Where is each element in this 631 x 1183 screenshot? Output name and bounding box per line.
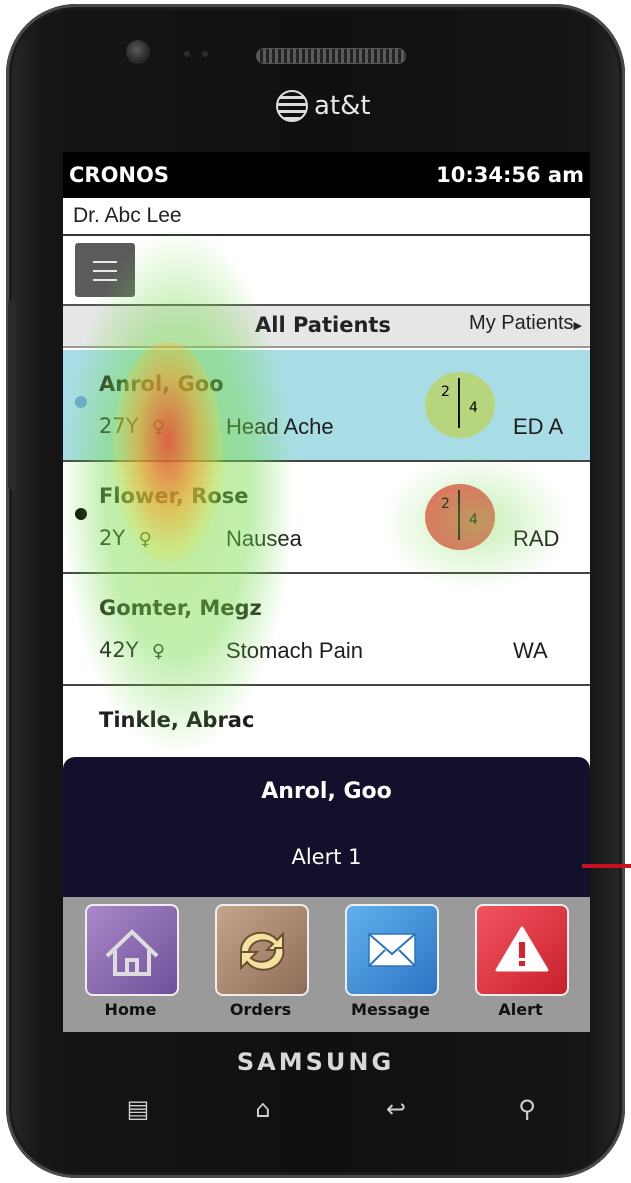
- proximity-sensor: [184, 51, 190, 57]
- carrier-logo: at&t: [276, 90, 371, 122]
- patient-age-sex: 2Y ♀: [99, 526, 152, 550]
- alert-icon: [475, 904, 569, 996]
- patient-complaint: Stomach Pain: [226, 638, 363, 663]
- toolbar: [63, 236, 590, 306]
- female-icon: ♀: [138, 529, 152, 550]
- score-bottom: 4: [469, 512, 478, 528]
- patient-age-sex: 27Y ♀: [99, 414, 165, 438]
- chevron-right-icon: ▶: [573, 320, 582, 332]
- front-camera: [126, 40, 150, 64]
- patient-location: RAD: [513, 526, 560, 551]
- menu-button[interactable]: [75, 243, 135, 297]
- female-icon: ♀: [151, 641, 166, 662]
- message-icon: [345, 904, 439, 996]
- tab-my-label: My Patients: [469, 312, 574, 334]
- score-badge: [425, 372, 495, 438]
- score-divider: [458, 490, 460, 540]
- menu-key-icon[interactable]: ▤: [118, 1095, 158, 1125]
- patient-name: Tinkle, Abrac: [99, 708, 255, 732]
- back-key-icon[interactable]: ↩: [376, 1095, 416, 1125]
- orders-icon: [215, 904, 309, 996]
- menu-icon-line: [93, 279, 117, 281]
- score-badge: [425, 484, 495, 550]
- doctor-name: Dr. Abc Lee: [63, 198, 590, 236]
- patient-name: Flower, Rose: [99, 484, 249, 508]
- annotation-marker: [582, 864, 631, 868]
- patient-complaint: Nausea: [226, 526, 302, 551]
- device-brand: SAMSUNG: [236, 1048, 395, 1076]
- nav-home-label: Home: [104, 1000, 157, 1019]
- alert-panel[interactable]: Anrol, Goo Alert 1: [63, 757, 590, 897]
- home-icon: [85, 904, 179, 996]
- status-dot: [75, 396, 87, 408]
- patient-name: Anrol, Goo: [99, 372, 224, 396]
- status-bar: CRONOS 10:34:56 am: [63, 152, 590, 198]
- alert-patient-name: Anrol, Goo: [261, 779, 392, 804]
- clock: 10:34:56 am: [436, 163, 584, 187]
- menu-icon: [93, 261, 117, 263]
- tab-my-patients[interactable]: My Patients▶: [469, 312, 582, 335]
- patient-age: 42Y: [99, 638, 139, 662]
- nav-message-label: Message: [351, 1000, 430, 1019]
- bottom-nav: Home Orders Message Alert: [63, 897, 590, 1032]
- alert-message: Alert 1: [291, 845, 362, 869]
- nav-alert-label: Alert: [498, 1000, 543, 1019]
- status-dot: [75, 508, 87, 520]
- patient-location: ED A: [513, 414, 564, 439]
- patient-name: Gomter, Megz: [99, 596, 262, 620]
- nav-message-button[interactable]: Message: [343, 904, 439, 1024]
- nav-orders-button[interactable]: Orders: [213, 904, 309, 1024]
- score-divider: [458, 378, 460, 428]
- patient-row[interactable]: Anrol, Goo 27Y ♀ Head Ache ED A 2 4: [63, 350, 590, 462]
- tab-all-patients[interactable]: All Patients: [255, 313, 391, 337]
- earpiece-speaker: [256, 48, 406, 64]
- female-icon: ♀: [151, 417, 166, 438]
- att-globe-icon: [276, 90, 308, 122]
- patient-age-sex: 42Y ♀: [99, 638, 165, 662]
- search-key-icon[interactable]: ⚲: [507, 1095, 547, 1125]
- home-key-icon[interactable]: ⌂: [243, 1095, 283, 1125]
- patient-row[interactable]: Gomter, Megz 42Y ♀ Stomach Pain WA: [63, 574, 590, 686]
- score-top: 2: [441, 496, 450, 512]
- score-bottom: 4: [469, 400, 478, 416]
- nav-orders-label: Orders: [229, 1000, 292, 1019]
- patient-tabs: All Patients My Patients▶: [63, 306, 590, 348]
- patient-location: WA: [513, 638, 548, 663]
- menu-icon-line: [93, 270, 117, 272]
- patient-age: 2Y: [99, 526, 126, 550]
- volume-button: [8, 300, 16, 490]
- app-screen: CRONOS 10:34:56 am Dr. Abc Lee All Patie…: [63, 152, 590, 1032]
- patient-row[interactable]: Flower, Rose 2Y ♀ Nausea RAD 2 4: [63, 462, 590, 574]
- app-name: CRONOS: [69, 163, 169, 187]
- score-top: 2: [441, 384, 450, 400]
- light-sensor: [202, 51, 208, 57]
- acuity-score: 2 4: [425, 484, 495, 550]
- acuity-score: 2 4: [425, 372, 495, 438]
- patient-complaint: Head Ache: [226, 414, 334, 439]
- nav-home-button[interactable]: Home: [83, 904, 179, 1024]
- patient-age: 27Y: [99, 414, 139, 438]
- carrier-name: at&t: [314, 91, 371, 121]
- nav-alert-button[interactable]: Alert: [473, 904, 569, 1024]
